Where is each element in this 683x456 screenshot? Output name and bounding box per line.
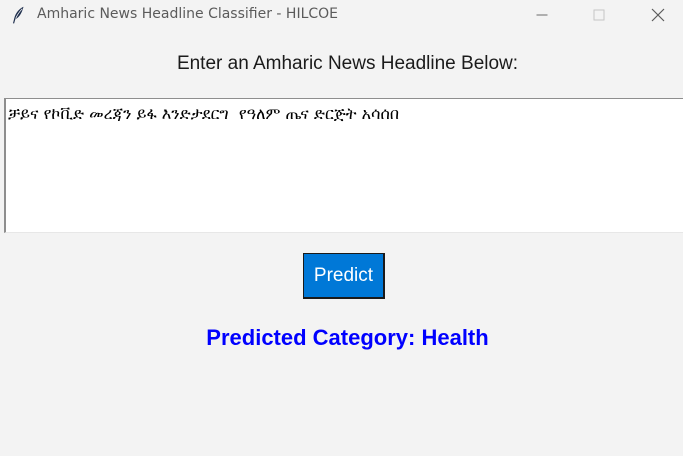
maximize-icon bbox=[593, 9, 605, 21]
feather-icon bbox=[11, 6, 25, 24]
minimize-button[interactable] bbox=[519, 0, 565, 30]
minimize-icon bbox=[536, 9, 548, 21]
close-icon bbox=[651, 8, 665, 22]
prompt-label: Enter an Amharic News Headline Below: bbox=[176, 53, 519, 74]
close-button[interactable] bbox=[635, 0, 681, 30]
predicted-category-label: Predicted Category: Health bbox=[206, 325, 489, 350]
title-bar: Amharic News Headline Classifier - HILCO… bbox=[0, 0, 683, 30]
maximize-button[interactable] bbox=[576, 0, 622, 30]
window-title: Amharic News Headline Classifier - HILCO… bbox=[37, 6, 339, 22]
headline-input[interactable]: ቻይና የኮቪድ መረጃን ይፋ እንድታደርግ የዓለም ጤና ድርጅት አሳ… bbox=[4, 98, 683, 233]
predict-button[interactable]: Predict bbox=[303, 253, 385, 299]
